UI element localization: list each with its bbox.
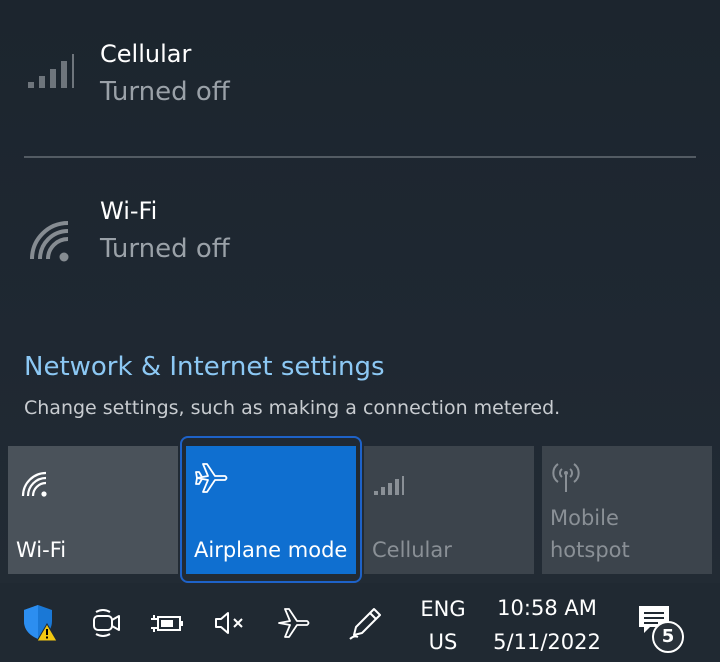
settings-description: Change settings, such as making a connec… bbox=[24, 397, 561, 419]
battery-charging-icon[interactable] bbox=[150, 605, 186, 641]
hotspot-icon bbox=[552, 463, 580, 492]
network-item-cellular[interactable]: Cellular Turned off bbox=[0, 0, 720, 120]
cellular-signal-icon bbox=[28, 54, 74, 88]
wifi-icon bbox=[30, 221, 69, 262]
network-flyout: Cellular Turned off Wi-Fi Turned off Net… bbox=[0, 0, 720, 583]
tile-label: Airplane mode bbox=[194, 538, 348, 562]
cellular-signal-icon bbox=[374, 476, 404, 495]
input-language-indicator[interactable]: ENG US bbox=[414, 593, 472, 659]
region-code: US bbox=[428, 630, 458, 654]
security-warning-icon[interactable] bbox=[22, 603, 58, 643]
network-status: Turned off bbox=[100, 234, 230, 264]
tile-label: Cellular bbox=[372, 538, 452, 562]
tile-label: Wi-Fi bbox=[16, 538, 67, 562]
quick-action-wifi[interactable]: Wi-Fi bbox=[8, 446, 178, 574]
action-center-button[interactable]: 5 bbox=[632, 601, 688, 653]
taskbar: ENG US 10:58 AM 5/11/2022 5 bbox=[0, 583, 720, 662]
network-name: Cellular bbox=[100, 40, 192, 68]
wifi-icon bbox=[21, 471, 47, 497]
airplane-icon bbox=[195, 463, 228, 493]
quick-action-airplane-mode[interactable]: Airplane mode bbox=[186, 446, 356, 574]
meet-now-icon[interactable] bbox=[88, 605, 124, 641]
language-code: ENG bbox=[420, 597, 466, 621]
network-internet-settings-link[interactable]: Network & Internet settings bbox=[24, 352, 385, 382]
pen-icon[interactable] bbox=[348, 605, 384, 641]
volume-muted-icon[interactable] bbox=[212, 605, 248, 641]
network-status: Turned off bbox=[100, 77, 230, 107]
airplane-icon[interactable] bbox=[276, 605, 312, 641]
network-item-wifi[interactable]: Wi-Fi Turned off bbox=[0, 157, 720, 277]
quick-action-cellular[interactable]: Cellular bbox=[364, 446, 534, 574]
clock-date: 5/11/2022 bbox=[493, 630, 601, 654]
notification-count-badge: 5 bbox=[652, 621, 684, 653]
clock[interactable]: 10:58 AM 5/11/2022 bbox=[484, 591, 610, 659]
network-name: Wi-Fi bbox=[100, 197, 158, 225]
clock-time: 10:58 AM bbox=[497, 596, 597, 620]
tile-label: Mobile hotspot bbox=[550, 506, 630, 562]
quick-action-mobile-hotspot[interactable]: Mobile hotspot bbox=[542, 446, 712, 574]
